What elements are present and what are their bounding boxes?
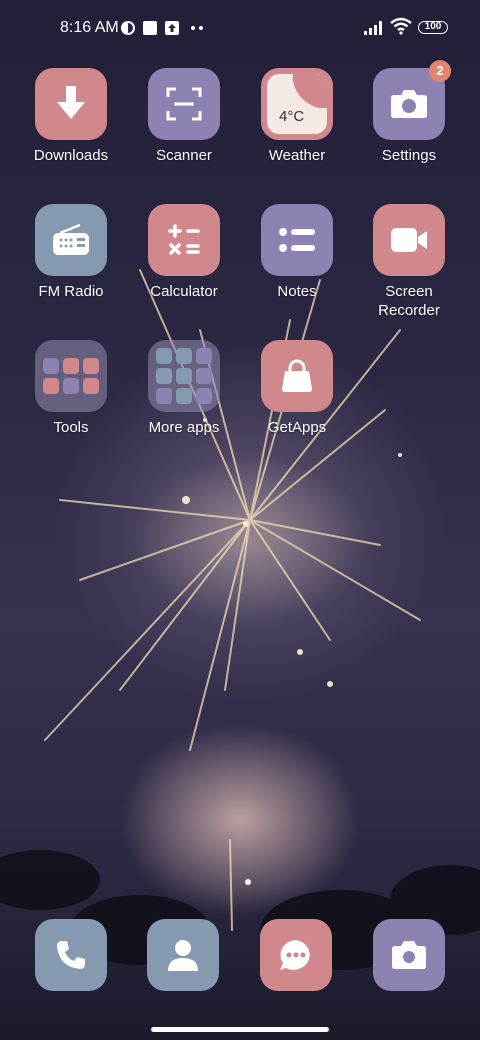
dock-camera[interactable]	[373, 919, 445, 991]
app-downloads[interactable]: Downloads	[16, 68, 126, 165]
app-getapps[interactable]: GetApps	[242, 340, 352, 437]
camera-icon	[392, 941, 426, 969]
folder-more-apps[interactable]: More apps	[129, 340, 239, 437]
mini-app-icon	[196, 388, 212, 404]
mini-app-icon	[63, 378, 79, 394]
folder-icon	[35, 340, 107, 412]
app-weather[interactable]: 4°C Weather	[242, 68, 352, 165]
calculator-icon	[148, 204, 220, 276]
upload-notification-icon	[165, 21, 179, 35]
more-notifications-icon	[191, 26, 203, 30]
app-label: Weather	[268, 147, 326, 164]
app-label: Tools	[53, 419, 89, 436]
app-settings[interactable]: 2 Settings	[354, 60, 464, 165]
scan-icon	[148, 68, 220, 140]
mini-app-icon	[156, 368, 172, 384]
notification-app-icon	[121, 21, 135, 35]
radio-icon	[35, 204, 107, 276]
weather-icon: 4°C	[261, 68, 333, 140]
mini-app-icon	[156, 388, 172, 404]
page-indicator-dot	[245, 879, 251, 885]
app-screen-recorder[interactable]: Screen Recorder	[354, 204, 464, 320]
list-icon	[261, 204, 333, 276]
app-label: Downloads	[33, 147, 109, 164]
mini-app-icon	[83, 358, 99, 374]
folder-tools[interactable]: Tools	[16, 340, 126, 437]
camera-gear-icon: 2	[373, 60, 451, 140]
status-time: 8:16 AM	[60, 19, 119, 36]
mini-app-icon	[43, 358, 59, 374]
app-calculator[interactable]: Calculator	[129, 204, 239, 301]
notification-square-icon	[143, 21, 157, 35]
wifi-icon	[390, 17, 412, 35]
shopping-bag-icon	[261, 340, 333, 412]
status-bar: 8:16 AM 100	[0, 0, 480, 56]
mini-app-icon	[176, 368, 192, 384]
app-label: Settings	[381, 147, 437, 164]
app-label: Calculator	[150, 283, 218, 300]
app-scanner[interactable]: Scanner	[129, 68, 239, 165]
home-gesture-bar[interactable]	[151, 1027, 329, 1032]
dock-phone[interactable]	[35, 919, 107, 991]
phone-icon	[57, 941, 85, 969]
download-icon	[35, 68, 107, 140]
battery-indicator: 100	[418, 21, 448, 34]
mini-app-icon	[63, 358, 79, 374]
app-label: Screen Recorder	[378, 283, 440, 319]
signal-icon	[364, 21, 382, 35]
dock-contacts[interactable]	[147, 919, 219, 991]
weather-temperature: 4°C	[279, 108, 305, 125]
app-label: GetApps	[267, 419, 327, 436]
mini-app-icon	[156, 348, 172, 364]
app-notes[interactable]: Notes	[242, 204, 352, 301]
message-icon	[280, 940, 310, 970]
mini-app-icon	[43, 378, 59, 394]
mini-app-icon	[196, 368, 212, 384]
app-label: Notes	[277, 283, 317, 300]
mini-app-icon	[176, 388, 192, 404]
notification-badge: 2	[429, 60, 451, 82]
app-label: Scanner	[156, 147, 212, 164]
person-icon	[168, 940, 198, 971]
video-camera-icon	[373, 204, 445, 276]
mini-app-icon	[176, 348, 192, 364]
folder-icon	[148, 340, 220, 412]
mini-app-icon	[83, 378, 99, 394]
app-label: FM Radio	[38, 283, 104, 300]
dock-messages[interactable]	[260, 919, 332, 991]
app-label: More apps	[148, 419, 220, 436]
app-fm-radio[interactable]: FM Radio	[16, 204, 126, 301]
mini-app-icon	[196, 348, 212, 364]
